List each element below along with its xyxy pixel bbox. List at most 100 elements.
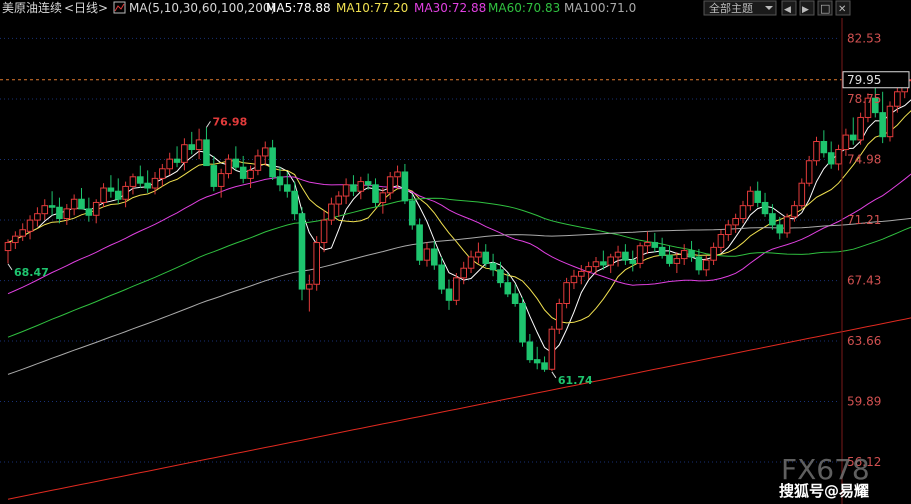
candle-body <box>886 105 894 138</box>
candle-body <box>754 190 762 203</box>
candle-body <box>666 254 673 264</box>
candle-body <box>19 229 26 237</box>
candle-body <box>203 139 210 167</box>
candle-body <box>504 282 512 295</box>
next-icon: ▶ <box>802 5 809 15</box>
candles <box>4 77 911 372</box>
candle-body <box>555 303 563 330</box>
candle-body <box>48 205 56 208</box>
ma5-value: MA5:78.88 <box>266 1 331 15</box>
candle-body <box>622 251 629 261</box>
candle-body <box>394 171 401 178</box>
candle-body <box>181 144 188 163</box>
candle-body <box>313 242 320 285</box>
candle-body <box>695 256 703 271</box>
candle-body <box>298 213 306 290</box>
candle-body <box>791 205 798 218</box>
candle-body <box>600 261 607 266</box>
candle-body <box>497 269 504 284</box>
candle-body <box>239 166 247 179</box>
candle-body <box>254 155 262 171</box>
candle-body <box>511 293 519 305</box>
candle-body <box>261 147 269 157</box>
candle-body <box>137 176 144 184</box>
period-label[interactable]: <日线> <box>64 1 108 15</box>
candle-body <box>276 176 284 186</box>
candle-body <box>813 141 820 162</box>
candle-body <box>114 190 122 200</box>
candle-body <box>408 200 416 226</box>
candle-body <box>232 158 240 168</box>
candle-body <box>379 192 387 203</box>
ma5-line <box>7 99 911 354</box>
close-icon: ✕ <box>838 4 846 15</box>
candle-body <box>423 248 431 261</box>
candle-body <box>166 158 173 170</box>
source-watermark: 搜狐号@易耀 <box>779 482 869 500</box>
current-price-value: 79.95 <box>847 73 881 87</box>
candle-body <box>107 187 115 192</box>
close-button[interactable]: ✕ <box>835 0 851 16</box>
candle-body <box>820 141 828 154</box>
candle-body <box>541 362 548 370</box>
candle-body <box>739 205 747 219</box>
candle-body <box>431 248 438 266</box>
candle-body <box>70 198 78 210</box>
candle-body <box>4 242 12 252</box>
candle-body <box>144 182 151 189</box>
candle-body <box>438 264 445 290</box>
candle-body <box>416 224 423 261</box>
candle-body <box>217 173 225 187</box>
next-button[interactable]: ▶ <box>799 0 815 16</box>
instrument-title[interactable]: 美原油连续 <box>2 0 62 15</box>
candle-body <box>34 213 41 221</box>
prev-button[interactable]: ◀ <box>781 0 797 16</box>
candle-body <box>122 185 129 200</box>
candle-body <box>306 283 313 290</box>
annotation-pointer <box>7 263 13 271</box>
ma200-line <box>7 317 911 500</box>
candle-body <box>92 201 100 216</box>
candle-body <box>467 256 475 269</box>
candle-body <box>519 303 526 343</box>
candle-body <box>188 144 196 151</box>
candle-body <box>783 216 791 234</box>
candle-body <box>364 181 372 186</box>
candle-body <box>328 203 335 221</box>
ma10-value: MA10:77.20 <box>336 1 408 15</box>
candle-body <box>798 182 806 207</box>
candle-body <box>725 224 732 236</box>
candle-body <box>342 184 350 197</box>
y-tick-label: 82.53 <box>847 31 881 45</box>
price-annotation: 76.98 <box>212 115 247 128</box>
candle-body <box>805 160 813 184</box>
candle-body <box>592 261 600 268</box>
candle-body <box>526 341 534 361</box>
theme-dropdown[interactable]: 全部主题 <box>703 0 777 16</box>
candle-body <box>460 267 467 279</box>
chart-header: 美原油连续 <日线> MA(5,10,30,60,100,200) MA5:78… <box>0 0 911 16</box>
y-tick-label: 78.75 <box>847 92 881 106</box>
candle-body <box>827 152 835 165</box>
candle-body <box>548 328 556 370</box>
candle-body <box>475 251 482 258</box>
candle-body <box>651 242 659 248</box>
candlestick-chart[interactable]: 80.3076.9868.4761.74 82.5378.7574.9871.2… <box>0 0 911 504</box>
candle-body <box>78 198 85 210</box>
candle-body <box>688 250 695 258</box>
candle-body <box>894 91 901 107</box>
candle-body <box>269 147 276 178</box>
theme-dropdown-label: 全部主题 <box>709 1 753 15</box>
candle-body <box>710 246 717 261</box>
candle-body <box>842 134 850 151</box>
candle-body <box>607 256 615 266</box>
candle-body <box>658 246 666 256</box>
ma30-line <box>7 173 911 295</box>
annotation-pointer <box>206 121 211 128</box>
candle-body <box>570 275 578 284</box>
candle-body <box>350 184 357 192</box>
candle-body <box>210 165 218 187</box>
maximize-icon: □ <box>820 2 830 15</box>
y-tick-label: 63.66 <box>847 334 881 348</box>
maximize-button[interactable]: □ <box>817 0 833 16</box>
